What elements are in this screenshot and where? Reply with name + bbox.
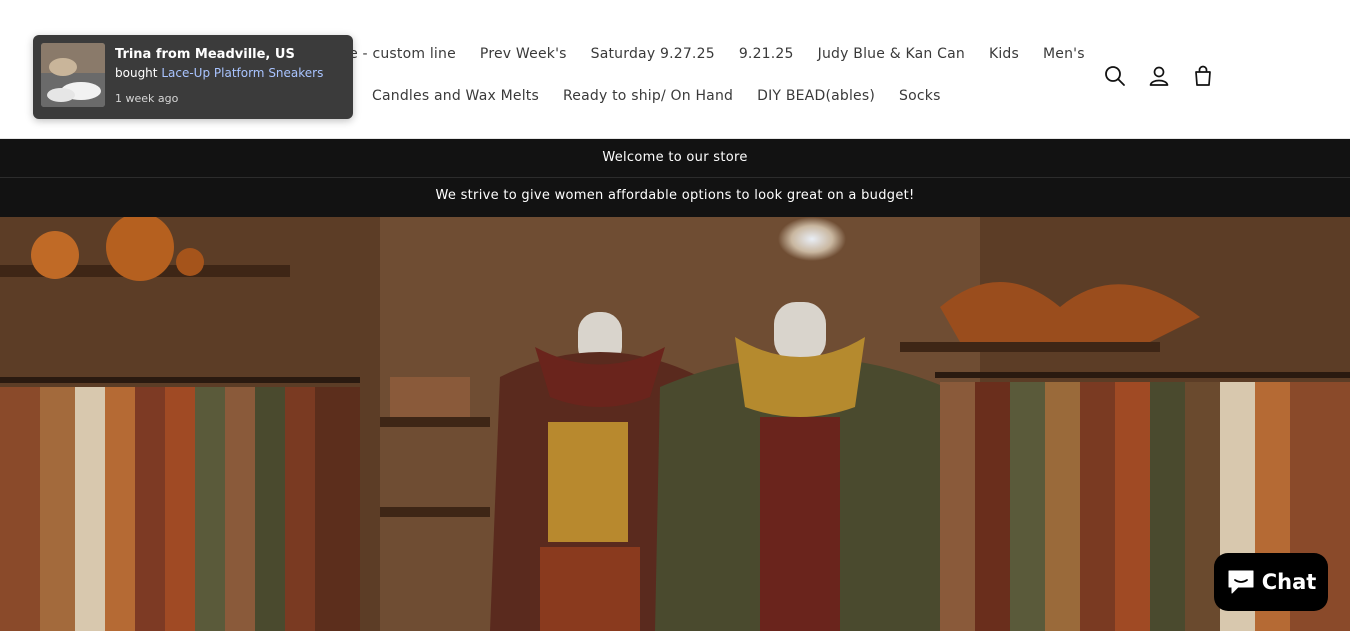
nav-row-secondary: Candles and Wax Melts Ready to ship/ On …: [372, 88, 965, 104]
purchase-time: 1 week ago: [115, 92, 179, 105]
nav-item-socks[interactable]: Socks: [899, 88, 941, 104]
hero-image: [0, 217, 1350, 631]
header-icons: [1100, 58, 1218, 94]
nav-item-prev-weeks[interactable]: Prev Week's: [480, 46, 567, 62]
purchase-text: bought Lace-Up Platform Sneakers: [115, 66, 323, 80]
nav-item-9-21-25[interactable]: 9.21.25: [739, 46, 794, 62]
nav-item-diy-beadables[interactable]: DIY BEAD(ables): [757, 88, 875, 104]
nav-item-mens[interactable]: Men's: [1043, 46, 1085, 62]
chat-label: Chat: [1261, 570, 1317, 594]
recent-purchase-popup[interactable]: Trina from Meadville, US bought Lace-Up …: [33, 35, 353, 119]
nav-item-ready-to-ship[interactable]: Ready to ship/ On Hand: [563, 88, 733, 104]
chat-bubble-icon: [1228, 570, 1254, 594]
nav-row-primary: ue - custom line Prev Week's Saturday 9.…: [340, 46, 1109, 62]
product-thumbnail[interactable]: [41, 43, 105, 107]
search-icon[interactable]: [1100, 58, 1130, 94]
product-link[interactable]: Lace-Up Platform Sneakers: [161, 66, 323, 80]
bought-label: bought: [115, 66, 158, 80]
account-icon[interactable]: [1144, 58, 1174, 94]
announcement-welcome: Welcome to our store: [0, 139, 1350, 178]
nav-item-kids[interactable]: Kids: [989, 46, 1019, 62]
buyer-name: Trina from Meadville, US: [115, 47, 295, 62]
nav-item-custom-line[interactable]: ue - custom line: [340, 46, 456, 62]
nav-item-judy-blue[interactable]: Judy Blue & Kan Can: [818, 46, 965, 62]
nav-item-candles[interactable]: Candles and Wax Melts: [372, 88, 539, 104]
announcement-tagline: We strive to give women affordable optio…: [0, 178, 1350, 217]
nav-item-saturday[interactable]: Saturday 9.27.25: [591, 46, 715, 62]
cart-icon[interactable]: [1188, 58, 1218, 94]
hero-illustration: [0, 217, 1350, 631]
chat-button[interactable]: Chat: [1214, 553, 1328, 611]
